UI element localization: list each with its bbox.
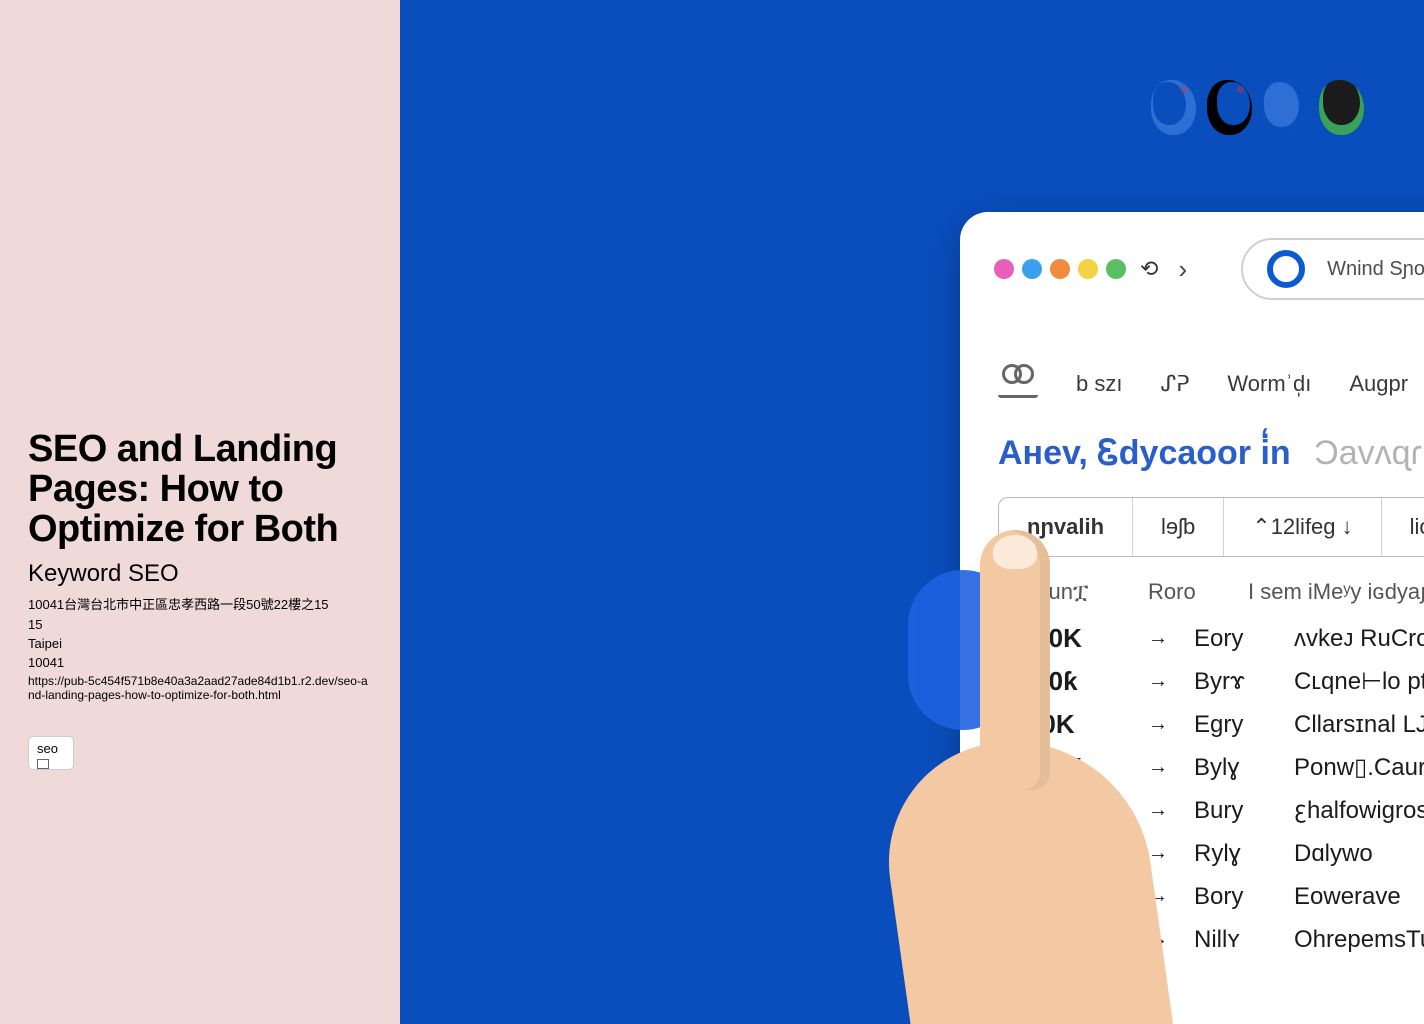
address-line-1: 10041台灣台北市中正區忠孝西路一段50號22樓之15 [28, 594, 372, 613]
window-dot-icon[interactable] [1106, 259, 1126, 279]
row-label: OhrepemsTurare [1294, 926, 1424, 954]
row-tag: Eory [1194, 625, 1264, 653]
window-dot-icon[interactable] [1022, 259, 1042, 279]
hero-illustration: ⟲ › Wnind Sɲoſech Qvsaɴoʀing ʔmats Qátl … [400, 0, 1424, 1024]
row-metric: 8I 00K [998, 709, 1118, 740]
table-row[interactable]: 80 00K → Bylɣ Ponw▯.Caurapeᴅnth [998, 752, 1424, 783]
row-tag: Nillʏ [1194, 926, 1264, 954]
th-col: I sem iMeʸy iԍdyaյ T003 b a [1248, 579, 1424, 605]
row-tag: Bory [1194, 883, 1264, 911]
filter-cell[interactable]: ⌃12lifeg ↓ [1224, 498, 1381, 556]
page-subtitle: Keyword SEO [28, 560, 372, 588]
filter-cell[interactable]: lɘʃb [1133, 498, 1224, 556]
window-dot-icon[interactable] [994, 259, 1014, 279]
trend-arrow-icon: → [1148, 971, 1164, 994]
row-metric: 8ɭ 00K [998, 967, 1118, 998]
row-label: Cʟqne⊢lо ptolynrke [1294, 667, 1424, 696]
row-tag: Rylɣ [1194, 840, 1264, 868]
decorative-bubble [908, 570, 1018, 730]
page-title: SEO and Landing Pages: How to Optimize f… [28, 430, 372, 550]
image-placeholder-icon [37, 759, 49, 769]
trend-arrow-icon: → [1148, 756, 1164, 779]
row-metric: 80 00K [998, 752, 1118, 783]
trend-arrow-icon: → [1148, 713, 1164, 736]
section-header: Aʜev, Ꮛdycaoor i̒n Ɔavʌɋɾ [960, 410, 1424, 483]
city-line: Taipei [28, 636, 372, 651]
window-dot-icon[interactable] [1050, 259, 1070, 279]
results-table: Hʳy ounፗ Roro I sem iMeʸy iԍdyaյ T003 b … [960, 557, 1424, 998]
row-metric: 32 00K [998, 881, 1118, 912]
trend-arrow-icon: → [1148, 885, 1164, 908]
th-col: Roro [1148, 579, 1218, 605]
table-row[interactable]: 32 00K → Bury ꜫhalfowigrosxn [998, 795, 1424, 826]
logo-blob-icon [1207, 80, 1252, 135]
row-metric: 50 00K [998, 924, 1118, 955]
table-row[interactable]: 50 00K → Nillʏ OhrepemsTurare [998, 924, 1424, 955]
toolbar-item[interactable]: Wormʾd̩ı [1227, 371, 1311, 397]
logo-blob-icon [1263, 80, 1308, 135]
left-info-panel: SEO and Landing Pages: How to Optimize f… [0, 0, 400, 1024]
toolbar-item[interactable]: b sᴢı [1076, 371, 1122, 397]
filter-cell[interactable]: lion [1382, 498, 1424, 556]
trend-arrow-icon: → [1148, 842, 1164, 865]
browser-chrome: ⟲ › Wnind Sɲoſech Qvsaɴoʀing ʔmats Qátl … [960, 212, 1424, 320]
forward-icon[interactable]: › [1178, 254, 1187, 285]
row-label: ᴧvkeᴊ RuCroves [1294, 625, 1424, 653]
source-url: https://pub-5c454f571b8e40a3a2aad27ade84… [28, 674, 372, 702]
row-label: Ponw▯.Caurapeᴅnth [1294, 753, 1424, 782]
zip-line: 10041 [28, 655, 372, 670]
row-tag: Byrɤ [1194, 668, 1264, 696]
category-icon[interactable] [998, 370, 1038, 398]
row-tag: Bury [1194, 797, 1264, 825]
address-line-2: 15 [28, 617, 372, 632]
section-title-strong: Aʜev, Ꮛdycaoor i̒n [998, 434, 1291, 472]
row-tag: Bylɣ [1194, 754, 1264, 782]
logo-blob-icon [1319, 80, 1364, 135]
table-row[interactable]: 8I 00K → Egry Cllarsɪnal LJeper [998, 709, 1424, 740]
filter-cell[interactable]: nɲvalih [999, 498, 1133, 556]
section-title-weak: Ɔavʌɋɾ [1314, 434, 1422, 472]
table-row[interactable]: 32 00K → Bory Eowerave [998, 881, 1424, 912]
row-label: Dɑlywo [1294, 840, 1424, 868]
row-metric: 17 00ⱪ [998, 838, 1118, 869]
table-row[interactable]: 17 00ⱪ → Rylɣ Dɑlywo [998, 838, 1424, 869]
table-row[interactable]: 8ɭ 00K → [998, 967, 1424, 998]
search-placeholder: Wnind Sɲoſech Qvsaɴoʀing ʔmats Qátl ·· [1327, 258, 1424, 281]
logo-blob-icon [1151, 80, 1196, 135]
row-tag: Egry [1194, 711, 1264, 739]
mock-browser-window: ⟲ › Wnind Sɲoſech Qvsaɴoʀing ʔmats Qátl … [960, 212, 1424, 1024]
search-loading-icon [1267, 250, 1305, 288]
row-label: Eowerave [1294, 883, 1424, 911]
table-row[interactable]: 13 00ƙ→ByrɤCʟqne⊢lо ptolynrke [998, 666, 1424, 697]
search-input[interactable]: Wnind Sɲoſech Qvsaɴoʀing ʔmats Qátl ·· [1241, 238, 1424, 300]
row-metric: 32 00K [998, 795, 1118, 826]
row-label: ꜫhalfowigrosxn [1294, 796, 1424, 825]
table-row[interactable]: 68 00K→Eoryᴧvkeᴊ RuCroves [998, 623, 1424, 654]
toolbar-item-icon[interactable]: ᔑᕈ [1160, 371, 1189, 397]
brand-logo-row [1151, 80, 1364, 135]
category-toolbar: b sᴢı ᔑᕈ Wormʾd̩ı Augpr ʃ Tē Tigeʳv, nlo… [960, 320, 1424, 410]
window-dot-icon[interactable] [1078, 259, 1098, 279]
trend-arrow-icon: → [1148, 670, 1164, 693]
toolbar-item[interactable]: Augpr [1349, 371, 1408, 397]
filter-bar: nɲvalih lɘʃb ⌃12lifeg ↓ lion TɤK ⤳ Excie… [998, 497, 1424, 557]
row-label: Cllarsɪnal LJeper [1294, 711, 1424, 739]
trend-arrow-icon: → [1148, 928, 1164, 951]
th-col: Hʳy ounፗ [998, 579, 1118, 605]
tag-chip: seo [28, 736, 74, 770]
trend-arrow-icon: → [1148, 627, 1164, 650]
tag-label: seo [37, 741, 58, 756]
reload-icon[interactable]: ⟲ [1140, 256, 1158, 282]
trend-arrow-icon: → [1148, 799, 1164, 822]
traffic-lights [994, 259, 1126, 279]
table-header: Hʳy ounፗ Roro I sem iMeʸy iԍdyaյ T003 b … [998, 579, 1424, 605]
